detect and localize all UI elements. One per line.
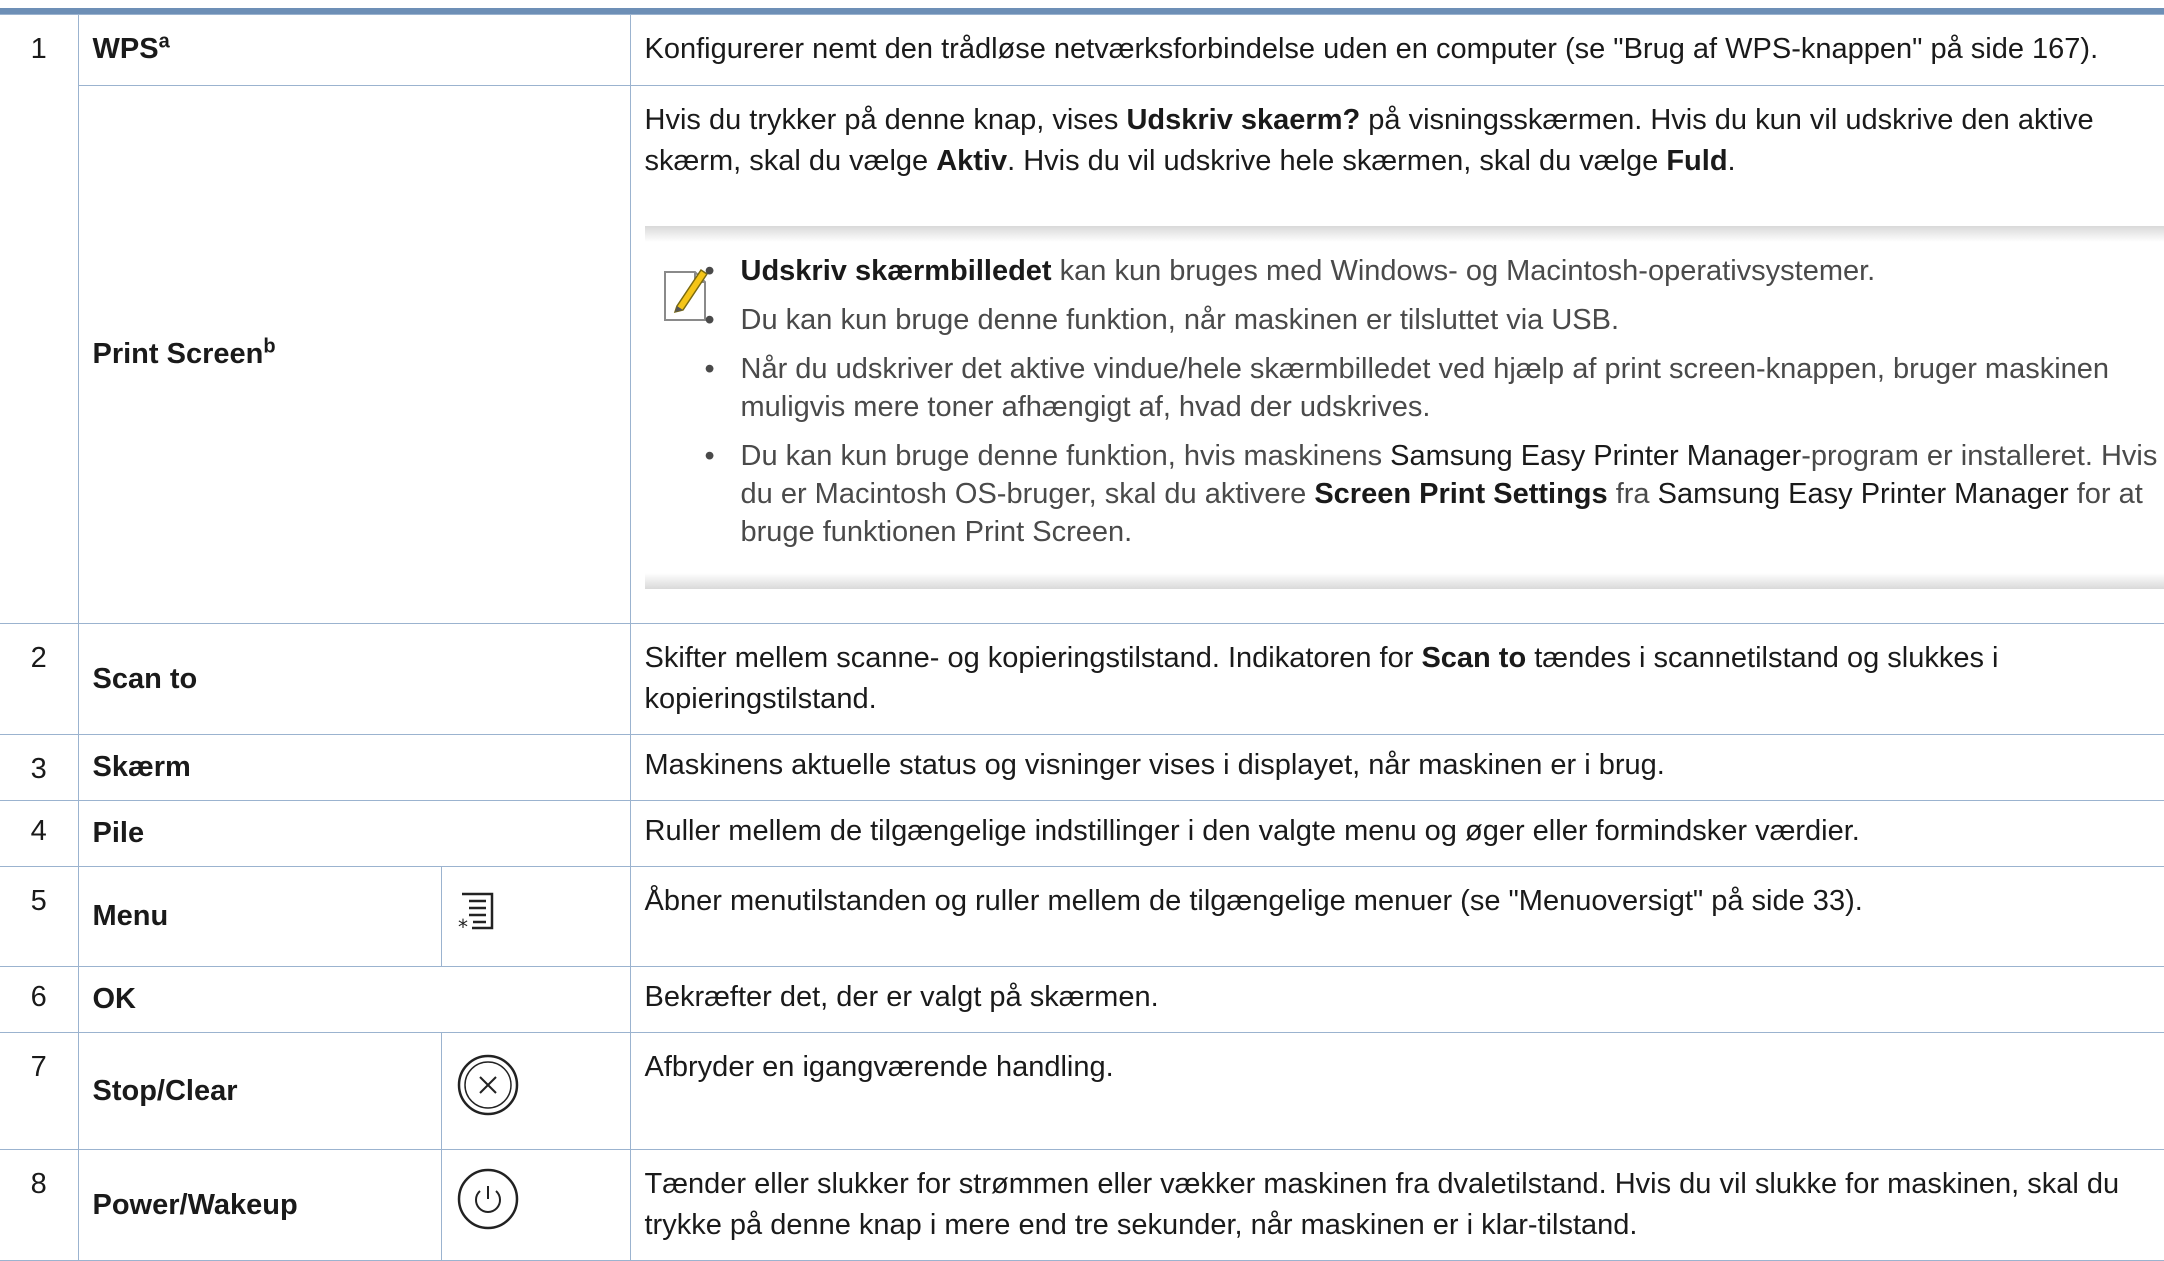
table-row: 2 Scan to Skifter mellem scanne- og kopi…: [0, 624, 2164, 735]
stop-clear-icon: [441, 1033, 630, 1150]
row-number: 4: [0, 801, 78, 867]
power-icon: [441, 1150, 630, 1261]
table-row: 4 Pile Ruller mellem de tilgængelige ind…: [0, 801, 2164, 867]
table-row: 5 Menu * Åbner menutilstanden og ruller …: [0, 867, 2164, 967]
button-name: OK: [78, 967, 630, 1033]
button-description: Tænder eller slukker for strømmen eller …: [630, 1150, 2164, 1261]
row-number: 7: [0, 1033, 78, 1150]
button-description: Bekræfter det, der er valgt på skærmen.: [630, 967, 2164, 1033]
menu-icon: *: [441, 867, 630, 967]
button-name: Print Screenb: [78, 86, 630, 624]
button-description: Ruller mellem de tilgængelige indstillin…: [630, 801, 2164, 867]
note-box: Udskriv skærmbilledet kan kun bruges med…: [645, 226, 2164, 589]
list-item: Du kan kun bruge denne funktion, hvis ma…: [741, 437, 2164, 551]
button-description: Åbner menutilstanden og ruller mellem de…: [630, 867, 2164, 967]
button-name: WPSa: [78, 15, 630, 86]
table-row: 1 WPSa Konfigurerer nemt den trådløse ne…: [0, 15, 2164, 86]
button-name: Scan to: [78, 624, 630, 735]
table-row: 6 OK Bekræfter det, der er valgt på skær…: [0, 967, 2164, 1033]
row-number: 1: [0, 15, 78, 624]
button-description: Skifter mellem scanne- og kopieringstils…: [630, 624, 2164, 735]
button-name: Power/Wakeup: [78, 1150, 441, 1261]
row-number: 3: [0, 735, 78, 801]
table-row: 7 Stop/Clear Afbryder en igangværende ha…: [0, 1033, 2164, 1150]
list-item: Udskriv skærmbilledet kan kun bruges med…: [741, 252, 2164, 290]
table-row: Print Screenb Hvis du trykker på denne k…: [0, 86, 2164, 624]
button-name: Stop/Clear: [78, 1033, 441, 1150]
svg-text:*: *: [458, 915, 468, 934]
list-item: Du kan kun bruge denne funktion, når mas…: [741, 301, 2164, 339]
row-number: 8: [0, 1150, 78, 1261]
button-description: Konfigurerer nemt den trådløse netværksf…: [630, 15, 2164, 86]
button-name: Skærm: [78, 735, 630, 801]
note-bottom-shadow: [645, 573, 2164, 589]
button-description: Afbryder en igangværende handling.: [630, 1033, 2164, 1150]
note-pencil-icon: [661, 264, 711, 324]
table-row: 8 Power/Wakeup Tænder eller slukker for …: [0, 1150, 2164, 1261]
note-list: Udskriv skærmbilledet kan kun bruges med…: [741, 252, 2164, 551]
button-name: Menu: [78, 867, 441, 967]
button-description: Hvis du trykker på denne knap, vises Uds…: [630, 86, 2164, 624]
table-row: 3 Skærm Maskinens aktuelle status og vis…: [0, 735, 2164, 801]
note-top-shadow: [645, 226, 2164, 242]
control-panel-table: 1 WPSa Konfigurerer nemt den trådløse ne…: [0, 14, 2164, 1261]
row-number: 6: [0, 967, 78, 1033]
row-number: 2: [0, 624, 78, 735]
row-number: 5: [0, 867, 78, 967]
list-item: Når du udskriver det aktive vindue/hele …: [741, 350, 2164, 426]
button-name: Pile: [78, 801, 630, 867]
button-description: Maskinens aktuelle status og visninger v…: [630, 735, 2164, 801]
